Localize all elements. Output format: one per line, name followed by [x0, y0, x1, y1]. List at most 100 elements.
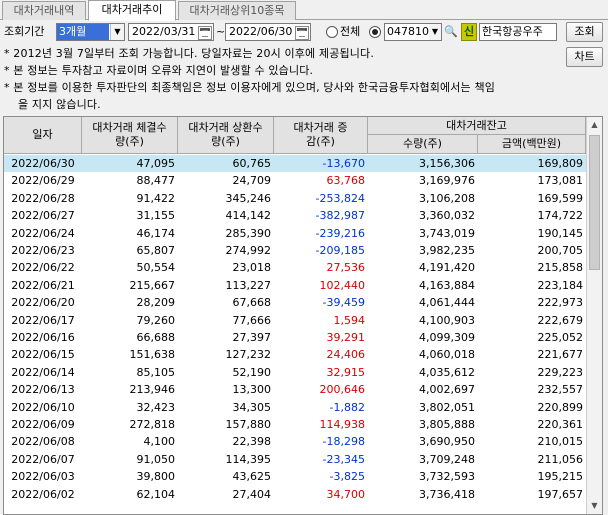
cell-repaid: 157,880	[225, 418, 272, 431]
table-row[interactable]: 2022/06/21 215,667 113,227 102,440 4,163,884…	[4, 277, 586, 294]
cell-qty: 3,802,051	[419, 400, 475, 414]
table-row[interactable]: 2022/06/24 46,174 285,390 -239,216 3,743,019…	[4, 225, 586, 242]
cell-date: 2022/06/28	[11, 191, 75, 205]
cell-repaid: 43,625	[232, 470, 272, 484]
table-row[interactable]: 2022/06/17 79,260 77,666 1,594 4,100,903 222,…	[4, 312, 586, 329]
cell-change: -39,459	[322, 296, 365, 310]
vertical-scrollbar[interactable]: ▲ ▼	[586, 117, 602, 514]
scroll-down-icon[interactable]: ▼	[587, 498, 602, 514]
tab-lending-trend[interactable]: 대차거래추이	[88, 0, 176, 21]
end-date-value: 2022/06/30	[229, 25, 293, 38]
chevron-down-icon[interactable]: ▼	[110, 24, 124, 40]
cell-amt: 174,722	[537, 209, 584, 223]
cell-change: 200,646	[319, 383, 366, 397]
table-row[interactable]: 2022/06/28 91,422 345,246 -253,824 3,106,208…	[4, 190, 586, 207]
table-row[interactable]: 2022/06/10 32,423 34,305 -1,882 3,802,051 220…	[4, 399, 586, 416]
table-row[interactable]: 2022/06/07 91,050 114,395 -23,345 3,709,248 2…	[4, 451, 586, 468]
cell-repaid: 274,992	[225, 244, 272, 257]
cell-contracted: 91,422	[136, 191, 176, 205]
chart-button[interactable]: 차트	[566, 47, 603, 67]
cell-contracted: 65,807	[136, 244, 176, 257]
table-row[interactable]: 2022/06/02 62,104 27,404 34,700 3,736,418 197…	[4, 486, 586, 503]
cell-date: 2022/06/20	[11, 296, 75, 310]
cell-date: 2022/06/17	[11, 313, 75, 327]
header-date[interactable]: 일자	[4, 117, 82, 154]
table-row[interactable]: 2022/06/20 28,209 67,668 -39,459 4,061,444 22…	[4, 294, 586, 311]
start-date-field[interactable]: 2022/03/31	[128, 23, 214, 41]
cell-qty: 3,360,032	[419, 209, 475, 223]
scroll-up-icon[interactable]: ▲	[587, 117, 602, 133]
tab-top10-lending[interactable]: 대차거래상위10종목	[178, 1, 296, 20]
table-row[interactable]: 2022/06/15 151,638 127,232 24,406 4,060,018 2…	[4, 346, 586, 363]
new-badge[interactable]: 신	[461, 23, 477, 41]
cell-contracted: 4,100	[143, 435, 176, 449]
cell-amt: 197,657	[537, 487, 584, 501]
cell-contracted: 62,104	[136, 487, 176, 501]
cell-amt: 232,557	[537, 383, 584, 397]
header-change-label: 대차거래 증감(주)	[293, 121, 348, 148]
cell-change: 102,440	[319, 278, 366, 292]
header-balance-group: 대차거래잔고	[368, 117, 586, 135]
search-icon[interactable]: 🔍	[444, 24, 458, 39]
table-row[interactable]: 2022/06/03 39,800 43,625 -3,825 3,732,593 195…	[4, 468, 586, 485]
cell-date: 2022/06/08	[11, 435, 75, 449]
cell-amt: 225,052	[537, 331, 584, 344]
table-row[interactable]: 2022/06/30 47,095 60,765 -13,670 3,156,306 16…	[4, 155, 586, 172]
cell-contracted: 151,638	[129, 348, 176, 362]
notice-line: * 본 정보는 투자참고 자료이며 오류와 지연이 발생할 수 있습니다.	[4, 64, 314, 77]
cell-date: 2022/06/16	[11, 331, 75, 344]
table-row[interactable]: 2022/06/09 272,818 157,880 114,938 3,805,888…	[4, 416, 586, 433]
end-date-field[interactable]: 2022/06/30	[225, 23, 311, 41]
cell-date: 2022/06/21	[11, 278, 75, 292]
cell-contracted: 215,667	[129, 278, 176, 292]
table-row[interactable]: 2022/06/14 85,105 52,190 32,915 4,035,612 229…	[4, 364, 586, 381]
table-row[interactable]: 2022/06/27 31,155 414,142 -382,987 3,360,032…	[4, 207, 586, 224]
header-repaid[interactable]: 대차거래 상환수량(주)	[178, 117, 274, 154]
query-button[interactable]: 조회	[566, 22, 603, 42]
period-label: 조회기간	[4, 25, 45, 38]
calendar-icon[interactable]	[295, 26, 309, 40]
table-row[interactable]: 2022/06/16 66,688 27,397 39,291 4,099,309 225…	[4, 329, 586, 346]
cell-amt: 223,184	[537, 278, 584, 292]
cell-qty: 4,100,903	[419, 313, 475, 327]
table-row[interactable]: 2022/06/08 4,100 22,398 -18,298 3,690,950 210…	[4, 433, 586, 450]
cell-contracted: 31,155	[136, 209, 176, 223]
table-row[interactable]: 2022/06/29 88,477 24,709 63,768 3,169,976 173…	[4, 172, 586, 189]
radio-all[interactable]	[326, 26, 338, 38]
cell-amt: 220,899	[537, 400, 584, 414]
header-change[interactable]: 대차거래 증감(주)	[274, 117, 368, 154]
cell-qty: 4,099,309	[419, 331, 475, 344]
table-row[interactable]: 2022/06/23 65,807 274,992 -209,185 3,982,235…	[4, 242, 586, 259]
radio-stock[interactable]	[369, 26, 381, 38]
cell-change: -3,825	[329, 470, 365, 484]
period-select[interactable]: 3개월 ▼	[56, 23, 125, 41]
tab-lending-history[interactable]: 대차거래내역	[2, 1, 86, 20]
chevron-down-icon[interactable]: ▼	[429, 24, 441, 40]
notice-line: * 본 정보를 이용한 투자판단의 최종책임은 정보 이용자에게 있으며, 당사…	[4, 81, 496, 94]
scrollbar-thumb[interactable]	[589, 135, 600, 270]
cell-change: -18,298	[322, 435, 365, 449]
query-toolbar: 조회기간 3개월 ▼ 2022/03/31 ~ 2022/06/30 전체 04…	[0, 22, 608, 44]
header-balance-qty[interactable]: 수량(주)	[368, 135, 478, 154]
cell-amt: 200,705	[537, 244, 584, 257]
cell-change: -209,185	[315, 244, 365, 257]
table-row[interactable]: 2022/06/22 50,554 23,018 27,536 4,191,420 215…	[4, 259, 586, 276]
cell-repaid: 113,227	[225, 278, 272, 292]
cell-change: 39,291	[326, 331, 366, 344]
cell-qty: 3,106,208	[419, 191, 475, 205]
header-balance-qty-label: 수량(주)	[403, 137, 442, 150]
header-balance-amt[interactable]: 금액(백만원)	[478, 135, 586, 154]
cell-date: 2022/06/24	[11, 226, 75, 240]
calendar-icon[interactable]	[198, 26, 212, 40]
header-contracted[interactable]: 대차거래 체결수량(주)	[82, 117, 178, 154]
cell-repaid: 127,232	[225, 348, 272, 362]
cell-change: 114,938	[319, 418, 366, 431]
cell-contracted: 32,423	[136, 400, 176, 414]
table-row[interactable]: 2022/06/13 213,946 13,300 200,646 4,002,697 2…	[4, 381, 586, 398]
cell-amt: 190,145	[537, 226, 584, 240]
cell-amt: 195,215	[537, 470, 584, 484]
lending-trend-table[interactable]: 일자 대차거래 체결수량(주) 대차거래 상환수량(주) 대차거래 증감(주) …	[3, 116, 603, 515]
cell-amt: 211,056	[537, 452, 584, 466]
stock-code-input[interactable]: 047810 ▼	[384, 23, 442, 41]
cell-qty: 3,732,593	[419, 470, 475, 484]
